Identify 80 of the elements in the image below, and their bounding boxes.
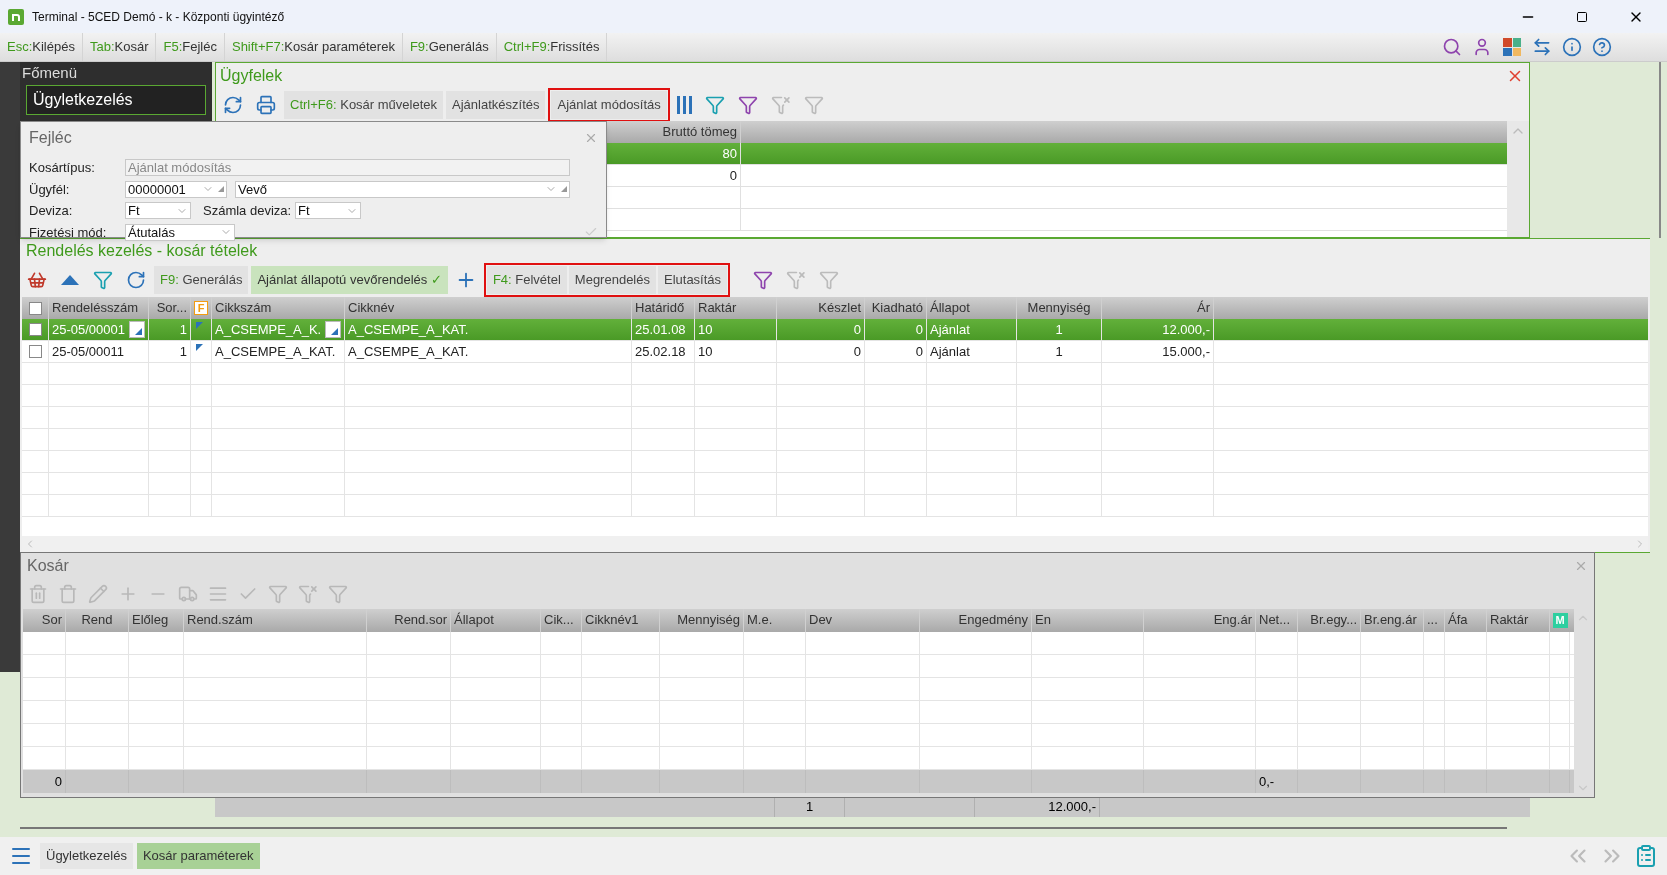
- input-field[interactable]: Ft: [125, 202, 191, 220]
- table-row[interactable]: [22, 495, 1648, 517]
- toolbar-button[interactable]: Ajánlat módosítás: [551, 91, 667, 119]
- toolbar-button[interactable]: Elutasítás: [658, 266, 728, 294]
- field-label: Kosártípus:: [29, 159, 96, 177]
- picker-button[interactable]: [325, 321, 341, 338]
- toolbar-button[interactable]: Megrendelés: [568, 266, 656, 294]
- table-row[interactable]: [22, 473, 1648, 495]
- field-label: Fizetési mód:: [29, 223, 108, 242]
- menu-title: Főmenü: [21, 63, 79, 83]
- field-label: Deviza:: [29, 202, 74, 220]
- toolbar-button[interactable]: Ajánlatkészítés: [446, 91, 546, 119]
- table-cell-text: 15.000,-: [1162, 342, 1210, 361]
- table-row[interactable]: 25-05/00011 1 A_CSEMPE_A_KAT. A_CSEMPE_A_KAT. 25.02.18 10 0 0 Ajánlat 1 15.000,-: [22, 341, 1648, 363]
- summary-cell: 1: [805, 799, 814, 814]
- table-cell-text: A_CSEMPE_A_KAT.: [215, 342, 336, 361]
- table-cell-text: 0: [853, 320, 861, 339]
- checkbox[interactable]: [28, 323, 42, 336]
- table-cell-text: 25-05/00011: [52, 342, 125, 361]
- taskbar-tab[interactable]: Ügyletkezelés: [40, 843, 133, 869]
- shortcut-button[interactable]: Ctrl+F9:Frissítés: [496, 33, 608, 61]
- summary-cell: 12.000,-: [1048, 799, 1096, 814]
- toggle-button[interactable]: Ajánlat állapotú vevőrendelés ✓: [251, 266, 448, 294]
- toolbar-button[interactable]: F9: Generálás: [154, 266, 249, 294]
- flag-marker-icon: [196, 322, 203, 329]
- menu-item[interactable]: Ügyletkezelés: [26, 84, 206, 115]
- table-cell-text: 10: [698, 342, 713, 361]
- table-row[interactable]: [22, 407, 1648, 429]
- table-cell-text: 25.01.08: [635, 320, 686, 339]
- table-cell-text: 0: [853, 342, 861, 361]
- panel-title: Ügyfelek: [220, 66, 283, 86]
- taskbar-tab[interactable]: Kosár paraméterek: [136, 843, 260, 869]
- table-cell-text: 12.000,-: [1162, 320, 1210, 339]
- input-field[interactable]: Ft: [295, 202, 361, 220]
- table-cell-text: 1: [1055, 342, 1063, 361]
- tiles-icon[interactable]: [1503, 38, 1521, 56]
- table-cell: 80: [722, 146, 737, 161]
- panel-title: Rendelés kezelés - kosár tételek: [26, 241, 258, 261]
- table-cell: 0: [729, 168, 737, 183]
- table-cell-text: 0: [915, 342, 923, 361]
- input-field[interactable]: 00000001: [125, 180, 227, 198]
- table-cell-text: Ajánlat: [930, 342, 970, 361]
- table-row[interactable]: [22, 363, 1648, 385]
- input-field[interactable]: Átutalás: [125, 223, 235, 241]
- checkbox[interactable]: [28, 345, 42, 358]
- field-label: Számla deviza:: [203, 202, 293, 220]
- table-cell-text: 25.02.18: [635, 342, 686, 361]
- table-row[interactable]: [22, 429, 1648, 451]
- input-field[interactable]: Vevő: [235, 180, 570, 198]
- total-cell: 0,-: [1259, 774, 1275, 789]
- toolbar-button[interactable]: Ctrl+F6: Kosár műveletek: [284, 91, 444, 119]
- app-logo-icon: [8, 8, 24, 25]
- shortcut-button[interactable]: Tab:Kosár: [82, 33, 157, 61]
- toolbar-button[interactable]: F4: Felvétel: [486, 266, 567, 294]
- table-cell-text: 0: [915, 320, 923, 339]
- shortcut-button[interactable]: F5:Fejléc: [156, 33, 225, 61]
- shortcut-button[interactable]: Shift+F7:Kosár paraméterek: [224, 33, 403, 61]
- checkbox[interactable]: [28, 301, 42, 315]
- shortcut-button[interactable]: F9:Generálás: [402, 33, 497, 61]
- window-title: Terminal - 5CED Demó - k - Központi ügyintéző: [32, 8, 285, 26]
- total-cell: 0: [54, 774, 62, 789]
- table-row[interactable]: [22, 385, 1648, 407]
- corner-icon[interactable]: [218, 186, 224, 193]
- dialog-title: Fejléc: [29, 128, 72, 148]
- table-cell-text: Ajánlat: [930, 320, 970, 339]
- table-row[interactable]: [22, 451, 1648, 473]
- table-cell-text: 1: [1055, 320, 1063, 339]
- field-label: Ügyfél:: [29, 180, 71, 199]
- corner-icon[interactable]: [561, 186, 567, 193]
- picker-button[interactable]: [129, 321, 145, 338]
- table-cell-text: A_CSEMPE_A_K.: [215, 320, 322, 339]
- table-cell-text: 1: [179, 342, 187, 361]
- dialog-title: Kosár: [27, 556, 69, 576]
- table-cell-text: 1: [179, 320, 187, 339]
- table-cell-text: A_CSEMPE_A_KAT.: [348, 342, 469, 361]
- shortcut-button[interactable]: Esc:Kilépés: [0, 33, 83, 61]
- flag-marker-icon: [196, 344, 203, 351]
- table-cell-text: A_CSEMPE_A_KAT.: [348, 320, 469, 339]
- table-cell-text: 10: [698, 320, 713, 339]
- table-cell-text: 25-05/00001: [52, 320, 125, 339]
